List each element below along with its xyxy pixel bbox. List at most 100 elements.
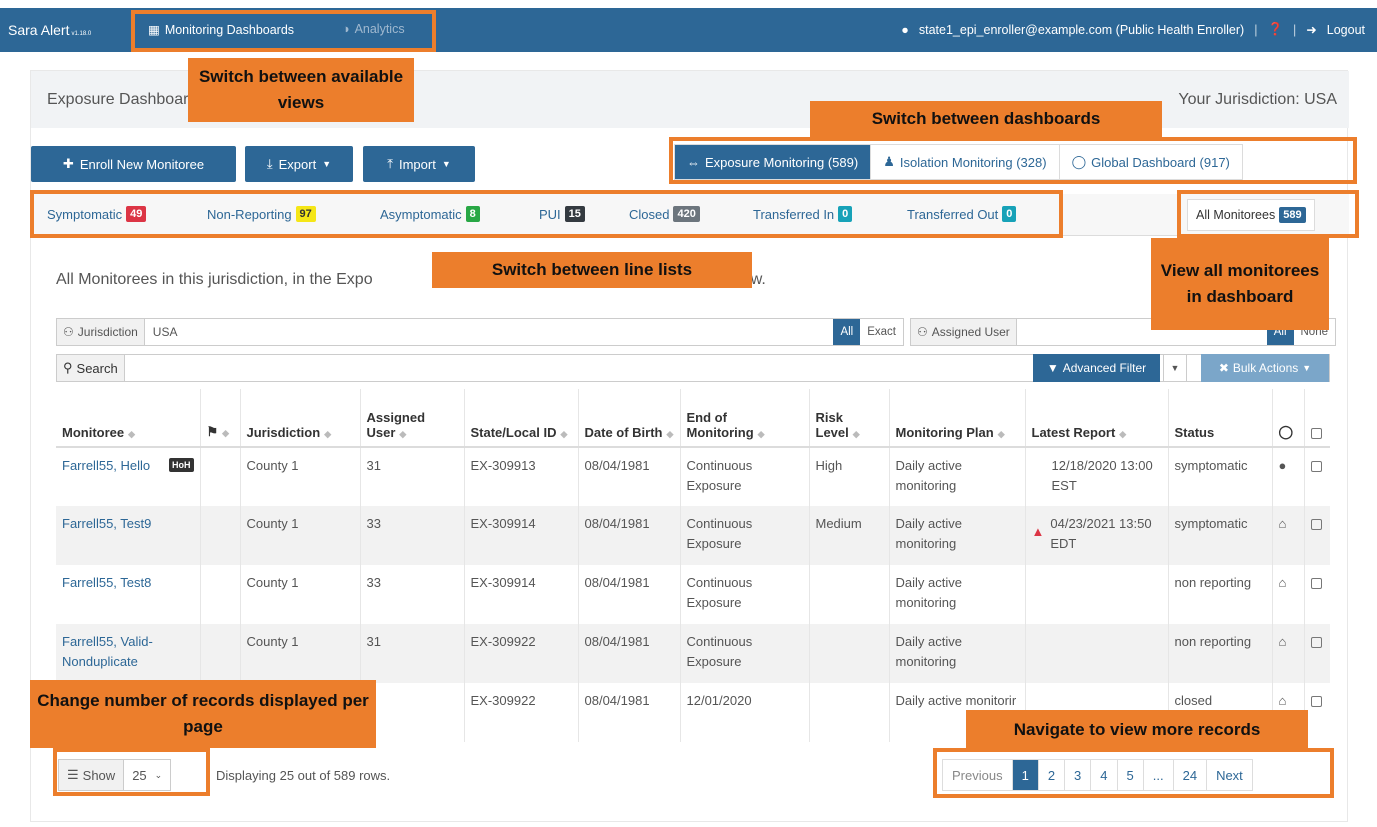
select-all-checkbox[interactable] <box>1310 428 1322 440</box>
latest-report-cell <box>1024 565 1168 624</box>
bulk-actions-button[interactable]: ✖ Bulk Actions ▼ <box>1201 354 1329 382</box>
enroll-button[interactable]: ✚ Enroll New Monitoree <box>31 146 236 182</box>
search-label: ⚲ Search <box>57 355 125 381</box>
import-button[interactable]: ⤒ Import ▼ <box>363 146 475 182</box>
col-assigned-user[interactable]: Assigned User ◆ <box>359 389 464 448</box>
annotation-all-label: View all monitorees in dashboard <box>1151 238 1329 330</box>
col-status[interactable]: Status <box>1167 389 1272 448</box>
col-label: Latest Report <box>1031 425 1116 440</box>
jurisdiction-filter-label: ⚇ Jurisdiction <box>57 319 145 345</box>
bulk-actions-label: Bulk Actions <box>1232 361 1299 375</box>
scope-exact-toggle[interactable]: Exact <box>860 319 903 345</box>
table-header-row: Monitoree ◆ ⚑ ◆ Jurisdiction ◆ Assigned Use… <box>56 389 1330 448</box>
monitoring-plan-cell: Daily active monitoring <box>888 624 1025 683</box>
sort-icon: ◆ <box>852 429 860 439</box>
monitoree-link[interactable]: Farrell55, Test9 <box>62 516 151 531</box>
scope-all-toggle[interactable]: All <box>833 319 861 345</box>
flag-cell <box>199 565 240 624</box>
col-jurisdiction[interactable]: Jurisdiction ◆ <box>239 389 360 448</box>
annotation-dashboards-label: Switch between dashboards <box>810 101 1162 137</box>
col-state-local-id[interactable]: State/Local ID ◆ <box>463 389 578 448</box>
risk-level-cell: High <box>808 447 889 506</box>
dob-cell: 08/04/1981 <box>577 506 680 565</box>
jurisdiction-filter: ⚇ Jurisdiction USA All Exact <box>56 318 904 346</box>
jurisdiction-input[interactable]: USA <box>145 325 834 339</box>
col-monitoring-plan[interactable]: Monitoring Plan ◆ <box>888 389 1025 448</box>
table-row[interactable]: HoH Farrell55, Hello County 1 31 EX-30991… <box>56 447 1330 506</box>
row-checkbox[interactable] <box>1310 461 1322 473</box>
row-select[interactable] <box>1303 447 1330 506</box>
warning-icon: ▲ <box>1031 524 1045 539</box>
logout-link[interactable]: Logout <box>1327 23 1365 37</box>
user-account[interactable]: state1_epi_enroller@example.com (Public … <box>919 23 1244 37</box>
end-of-monitoring-cell: 12/01/2020 <box>679 683 809 742</box>
row-checkbox[interactable] <box>1310 578 1322 590</box>
sort-icon: ◆ <box>222 428 230 438</box>
monitoree-link[interactable]: Farrell55, Hello <box>62 458 150 473</box>
end-of-monitoring-cell: Continuous Exposure <box>679 565 809 624</box>
col-flag[interactable]: ⚑ ◆ <box>199 389 240 448</box>
help-icon[interactable]: ❓ <box>1267 22 1283 37</box>
dob-cell: 08/04/1981 <box>577 565 680 624</box>
users-icon: ⚇ <box>63 325 74 339</box>
filter-row: ⚇ Jurisdiction USA All Exact ⚇ Assigned Us… <box>56 318 1336 346</box>
download-icon: ⤓ <box>266 156 273 171</box>
col-label: Jurisdiction <box>246 425 321 440</box>
row-select[interactable] <box>1303 506 1330 565</box>
col-date-of-birth[interactable]: Date of Birth ◆ <box>577 389 680 448</box>
col-select[interactable] <box>1303 389 1330 448</box>
col-end-of-monitoring[interactable]: End of Monitoring ◆ <box>679 389 809 448</box>
status-cell: symptomatic <box>1167 506 1272 565</box>
col-latest-report[interactable]: Latest Report ◆ <box>1024 389 1168 448</box>
annotation-navigate-box <box>933 748 1334 798</box>
advanced-filter-button[interactable]: ▼ Advanced Filter <box>1033 354 1160 382</box>
col-label: Monitoring Plan <box>895 425 994 440</box>
table-row[interactable]: Farrell55, Test8 County 1 33 EX-309914 0… <box>56 565 1330 624</box>
logout-icon: ➜ <box>1306 23 1317 37</box>
page-title: Exposure Dashboard <box>47 91 198 108</box>
tools-icon: ✖ <box>1218 361 1229 375</box>
risk-level-cell <box>808 565 889 624</box>
row-select[interactable] <box>1303 565 1330 624</box>
enroll-button-label: Enroll New Monitoree <box>79 156 205 172</box>
monitoree-link[interactable]: Farrell55, Test8 <box>62 575 151 590</box>
brand[interactable]: Sara Alert v1.18.0 <box>8 22 91 38</box>
house-user-icon: ⌂ <box>1271 624 1304 683</box>
import-button-label: Import <box>398 156 436 172</box>
sort-icon: ◆ <box>997 429 1005 439</box>
jurisdiction-cell: County 1 <box>239 447 360 506</box>
comment-icon[interactable]: ● <box>1271 447 1304 506</box>
monitoring-plan-cell: Daily active monitoring <box>888 506 1025 565</box>
annotation-views-box <box>131 10 436 52</box>
col-monitoree[interactable]: Monitoree ◆ <box>56 389 200 448</box>
house-user-icon: ⌂ <box>1271 565 1304 624</box>
sort-icon: ◆ <box>666 429 674 439</box>
sort-icon: ◆ <box>324 429 332 439</box>
col-label: End of Monitoring <box>686 410 754 440</box>
house-user-icon: ⌂ <box>1271 506 1304 565</box>
sort-icon: ◆ <box>1119 429 1127 439</box>
dob-cell: 08/04/1981 <box>577 624 680 683</box>
row-checkbox[interactable] <box>1310 637 1322 649</box>
dob-cell: 08/04/1981 <box>577 447 680 506</box>
flag-cell <box>199 506 240 565</box>
table-row[interactable]: Farrell55, Test9 County 1 33 EX-309914 0… <box>56 506 1330 565</box>
jurisdiction-label-text: Jurisdiction <box>77 325 138 339</box>
latest-report-text: 04/23/2021 13:50 EDT <box>1050 516 1152 551</box>
status-cell: symptomatic <box>1167 447 1272 506</box>
col-risk-level[interactable]: Risk Level ◆ <box>808 389 889 448</box>
export-button[interactable]: ⤓ Export ▼ <box>245 146 353 182</box>
annotation-navigate-label: Navigate to view more records <box>966 710 1308 750</box>
row-checkbox[interactable] <box>1310 696 1322 708</box>
search-icon: ⚲ <box>63 360 73 375</box>
row-select[interactable] <box>1303 624 1330 683</box>
table-row[interactable]: Farrell55, Valid-Nonduplicate County 1 3… <box>56 624 1330 683</box>
row-count-text: Displaying 25 out of 589 rows. <box>216 768 391 783</box>
advanced-filter-dropdown[interactable]: ▼ <box>1163 354 1187 382</box>
col-label: Date of Birth <box>584 425 663 440</box>
monitoree-link[interactable]: Farrell55, Valid-Nonduplicate <box>62 634 153 669</box>
state-local-id-cell: EX-309922 <box>463 683 578 742</box>
state-local-id-cell: EX-309922 <box>463 624 578 683</box>
row-checkbox[interactable] <box>1310 519 1322 531</box>
risk-level-cell <box>808 624 889 683</box>
